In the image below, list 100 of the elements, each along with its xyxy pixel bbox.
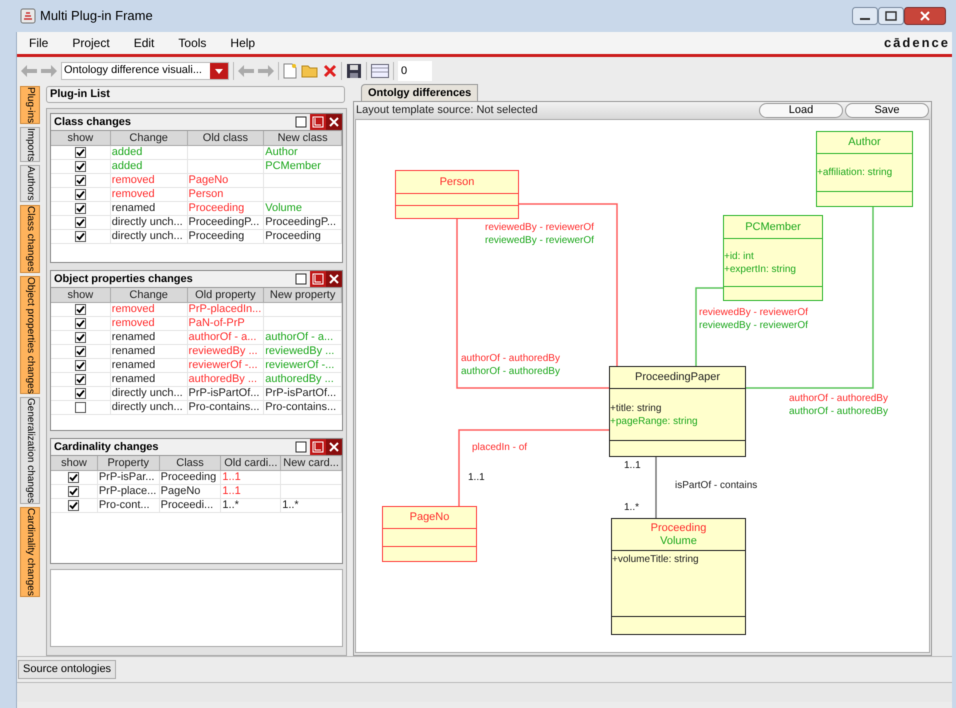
show-checkbox[interactable]: [74, 175, 86, 186]
column-header[interactable]: Property: [98, 456, 160, 471]
toolbar-button[interactable]: Save: [845, 103, 929, 118]
show-checkbox[interactable]: [74, 147, 86, 158]
table-cell: Proceeding: [188, 230, 264, 244]
close-icon[interactable]: [326, 114, 342, 130]
table-cell: renamed: [110, 345, 188, 359]
show-checkbox[interactable]: [74, 231, 86, 242]
dropdown-caret-icon[interactable]: [210, 62, 228, 78]
save-icon[interactable]: [346, 62, 362, 78]
column-header[interactable]: Old cardi...: [221, 456, 282, 471]
show-checkbox[interactable]: [74, 374, 86, 385]
column-header[interactable]: Change: [110, 131, 188, 146]
frame-title: Object properties changes: [54, 272, 193, 287]
class-name: PageNo: [410, 511, 450, 524]
app-icon: [20, 8, 36, 24]
show-checkbox[interactable]: [74, 318, 86, 329]
table-cell: reviewedBy ...: [264, 345, 342, 359]
maximize-button[interactable]: [878, 7, 904, 25]
table-cell: ProceedingP...: [264, 216, 342, 230]
table-cell: Proceeding: [264, 230, 342, 244]
table-cell: [281, 471, 342, 485]
column-header[interactable]: New property: [264, 288, 342, 303]
column-header[interactable]: show: [51, 288, 111, 303]
table-cell: removed: [110, 317, 188, 331]
restore-icon[interactable]: [310, 271, 326, 287]
column-header[interactable]: show: [51, 131, 111, 146]
toolbar-button[interactable]: Load: [759, 103, 843, 118]
show-checkbox[interactable]: [74, 189, 86, 200]
show-checkbox[interactable]: [74, 217, 86, 228]
table-cell: 1..*: [221, 499, 282, 513]
column-header[interactable]: show: [51, 456, 98, 471]
show-checkbox[interactable]: [74, 332, 86, 343]
association-label: reviewedBy - reviewerOf: [485, 221, 594, 234]
side-tab[interactable]: Object properties changes: [20, 276, 40, 394]
show-checkbox[interactable]: [74, 203, 86, 214]
show-checkbox[interactable]: [68, 486, 80, 497]
company-logo: cādence: [884, 34, 950, 52]
show-checkbox[interactable]: [74, 402, 86, 413]
layout-source-label: Layout template source: Not selected: [356, 103, 538, 118]
table-cell: PrP-isPar...: [98, 471, 160, 485]
menu-item[interactable]: Help: [230, 34, 256, 52]
show-checkbox[interactable]: [68, 472, 80, 483]
table-cell: Author: [264, 146, 342, 160]
column-header[interactable]: Old class: [188, 131, 264, 146]
class-attribute: +title: string: [610, 402, 662, 414]
close-icon[interactable]: [326, 271, 342, 287]
delete-icon[interactable]: [323, 64, 337, 78]
show-checkbox[interactable]: [74, 388, 86, 399]
column-header[interactable]: New class: [264, 131, 342, 146]
side-tab[interactable]: Cardinality changes: [20, 507, 40, 598]
side-tab[interactable]: Class changes: [20, 204, 40, 273]
show-checkbox[interactable]: [74, 360, 86, 371]
restore-icon[interactable]: [310, 114, 326, 130]
table-cell: PageNo: [160, 485, 222, 499]
new-file-icon[interactable]: [283, 62, 297, 78]
association-label: authorOf - authoredBy: [789, 405, 888, 418]
menu-item[interactable]: Tools: [178, 34, 206, 52]
table-cell: Pro-contains...: [264, 401, 342, 415]
side-tab[interactable]: Generalization changes: [20, 397, 40, 504]
column-header[interactable]: New card...: [281, 456, 342, 471]
table-cell: authorOf - a...: [264, 331, 342, 345]
multiplicity-label: 1..1: [624, 460, 641, 472]
show-checkbox[interactable]: [74, 304, 86, 315]
column-header[interactable]: Class: [160, 456, 222, 471]
table-cell: added: [110, 146, 188, 160]
multiplicity-label: 1..*: [624, 502, 640, 514]
maximize-icon[interactable]: [295, 441, 307, 453]
class-name: Author: [848, 136, 881, 149]
close-button[interactable]: [904, 7, 946, 25]
side-tab[interactable]: Authors: [20, 165, 40, 202]
show-checkbox[interactable]: [68, 500, 80, 511]
maximize-icon[interactable]: [295, 116, 307, 128]
table-cell: renamed: [110, 373, 188, 387]
source-ontologies-button[interactable]: Source ontologies: [18, 660, 116, 679]
diagram-tab[interactable]: Ontolgy differences: [361, 84, 478, 101]
close-icon[interactable]: [326, 439, 342, 455]
table-cell: [281, 485, 342, 499]
restore-icon[interactable]: [310, 439, 326, 455]
association-label: placedIn - of: [472, 441, 528, 454]
window-title: Multi Plug-in Frame: [40, 7, 153, 26]
side-tab[interactable]: Imports: [20, 127, 40, 162]
column-header[interactable]: Change: [110, 288, 188, 303]
class-name: ProceedingPaper: [634, 371, 720, 384]
menu-item[interactable]: File: [29, 34, 48, 52]
minimize-button[interactable]: [852, 7, 878, 25]
maximize-icon[interactable]: [295, 273, 307, 285]
folder-icon[interactable]: [301, 64, 319, 78]
table-icon[interactable]: [371, 64, 389, 78]
menu-item[interactable]: Project: [72, 34, 110, 52]
side-tab[interactable]: Plug-ins: [20, 86, 40, 124]
show-checkbox[interactable]: [74, 346, 86, 357]
table-cell: directly unch...: [110, 216, 188, 230]
plugin-combo[interactable]: Ontology difference visuali...: [61, 62, 229, 80]
show-checkbox[interactable]: [74, 161, 86, 172]
column-header[interactable]: Old property: [188, 288, 264, 303]
association-label: authorOf - authoredBy: [461, 365, 560, 378]
number-field[interactable]: 0: [398, 60, 432, 80]
menu-item[interactable]: Edit: [134, 34, 154, 52]
panel-header: Plug-in List: [46, 86, 345, 103]
